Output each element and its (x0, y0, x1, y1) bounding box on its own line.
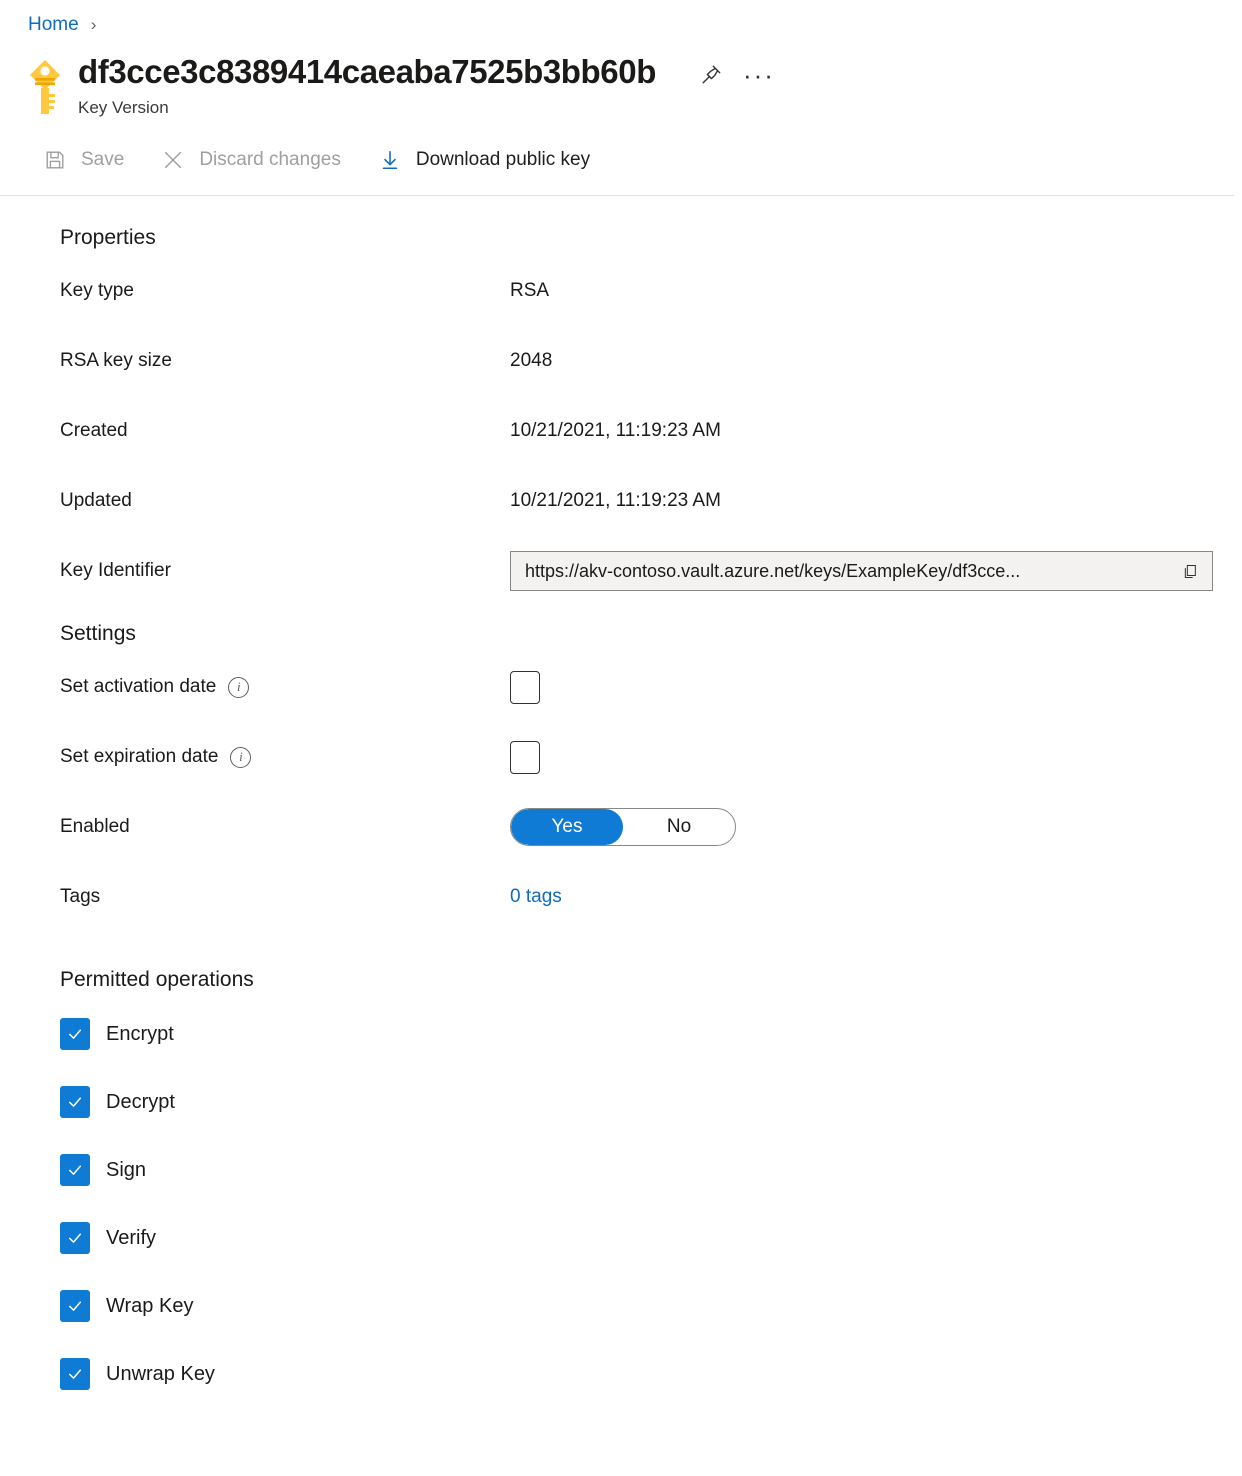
encrypt-label: Encrypt (106, 1023, 174, 1046)
operation-row-sign: Sign (0, 1136, 1242, 1204)
save-icon (42, 147, 68, 173)
info-icon[interactable]: i (228, 677, 249, 698)
breadcrumb-home-link[interactable]: Home (28, 14, 79, 36)
settings-heading: Settings (0, 622, 1242, 646)
set-expiration-date-label: Set expiration date i (60, 746, 510, 768)
rsa-key-size-label: RSA key size (60, 350, 510, 372)
key-identifier-label: Key Identifier (60, 560, 510, 582)
wrap-key-checkbox[interactable] (60, 1290, 90, 1322)
property-row-updated: Updated 10/21/2021, 11:19:23 AM (0, 466, 1242, 536)
main-content: Properties Key type RSA RSA key size 204… (0, 196, 1242, 1408)
enabled-toggle-no[interactable]: No (623, 809, 735, 845)
decrypt-checkbox[interactable] (60, 1086, 90, 1118)
key-identifier-value: https://akv-contoso.vault.azure.net/keys… (525, 561, 1168, 582)
setting-row-tags: Tags 0 tags (0, 862, 1242, 932)
page-subtitle: Key Version (78, 98, 1242, 118)
operation-row-wrap-key: Wrap Key (0, 1272, 1242, 1340)
info-icon[interactable]: i (230, 747, 251, 768)
created-label: Created (60, 420, 510, 442)
page-title: df3cce3c8389414caeaba7525b3bb60b (78, 54, 656, 91)
tags-link[interactable]: 0 tags (510, 886, 562, 908)
key-icon (24, 52, 78, 123)
verify-checkbox[interactable] (60, 1222, 90, 1254)
download-public-key-button[interactable]: Download public key (373, 143, 608, 177)
close-x-icon (160, 147, 186, 173)
sign-label: Sign (106, 1159, 146, 1182)
setting-row-expiration-date: Set expiration date i (0, 722, 1242, 792)
rsa-key-size-value: 2048 (510, 350, 552, 372)
operation-row-unwrap-key: Unwrap Key (0, 1340, 1242, 1408)
enabled-label: Enabled (60, 816, 510, 838)
discard-changes-label: Discard changes (199, 149, 341, 171)
encrypt-checkbox[interactable] (60, 1018, 90, 1050)
permitted-operations-heading: Permitted operations (0, 968, 1242, 992)
setting-row-activation-date: Set activation date i (0, 652, 1242, 722)
wrap-key-label: Wrap Key (106, 1295, 193, 1318)
set-expiration-date-text: Set expiration date (60, 746, 218, 768)
updated-label: Updated (60, 490, 510, 512)
ellipsis-icon[interactable]: ··· (742, 58, 776, 92)
set-activation-date-checkbox[interactable] (510, 671, 540, 704)
enabled-toggle[interactable]: Yes No (510, 808, 736, 846)
sign-checkbox[interactable] (60, 1154, 90, 1186)
breadcrumb-separator-icon: › (91, 15, 97, 35)
verify-label: Verify (106, 1227, 156, 1250)
key-type-value: RSA (510, 280, 549, 302)
unwrap-key-checkbox[interactable] (60, 1358, 90, 1390)
discard-changes-button[interactable]: Discard changes (156, 143, 359, 177)
enabled-toggle-yes[interactable]: Yes (511, 809, 623, 845)
download-arrow-icon (377, 147, 403, 173)
operation-row-decrypt: Decrypt (0, 1068, 1242, 1136)
command-bar: Save Discard changes Download public key (0, 123, 1234, 196)
pin-icon[interactable] (694, 58, 728, 92)
property-row-key-type: Key type RSA (0, 256, 1242, 326)
set-activation-date-label: Set activation date i (60, 676, 510, 698)
set-activation-date-text: Set activation date (60, 676, 216, 698)
created-value: 10/21/2021, 11:19:23 AM (510, 420, 721, 442)
set-expiration-date-checkbox[interactable] (510, 741, 540, 774)
key-identifier-field[interactable]: https://akv-contoso.vault.azure.net/keys… (510, 551, 1213, 591)
save-button-label: Save (81, 149, 124, 171)
operation-row-encrypt: Encrypt (0, 1000, 1242, 1068)
updated-value: 10/21/2021, 11:19:23 AM (510, 490, 721, 512)
tags-label: Tags (60, 886, 510, 908)
setting-row-enabled: Enabled Yes No (0, 792, 1242, 862)
ellipsis-glyph: ··· (743, 70, 775, 80)
key-type-label: Key type (60, 280, 510, 302)
page-header: df3cce3c8389414caeaba7525b3bb60b ··· Key… (0, 36, 1242, 123)
properties-heading: Properties (0, 226, 1242, 250)
property-row-rsa-key-size: RSA key size 2048 (0, 326, 1242, 396)
save-button[interactable]: Save (38, 143, 142, 177)
download-public-key-label: Download public key (416, 149, 590, 171)
property-row-created: Created 10/21/2021, 11:19:23 AM (0, 396, 1242, 466)
unwrap-key-label: Unwrap Key (106, 1363, 215, 1386)
property-row-key-identifier: Key Identifier https://akv-contoso.vault… (0, 536, 1242, 606)
breadcrumb: Home › (0, 0, 1242, 36)
copy-icon[interactable] (1176, 557, 1204, 585)
decrypt-label: Decrypt (106, 1091, 175, 1114)
operation-row-verify: Verify (0, 1204, 1242, 1272)
